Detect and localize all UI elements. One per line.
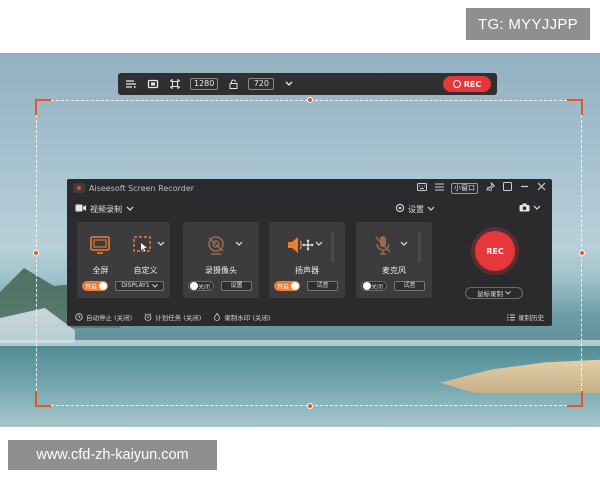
crop-icon[interactable] bbox=[168, 77, 182, 91]
display-toggle-label: 开启 bbox=[85, 283, 98, 291]
alarm-icon bbox=[144, 313, 152, 321]
microphone-level-meter bbox=[418, 232, 421, 262]
selection-corner-bottom-right[interactable] bbox=[567, 391, 583, 407]
chevron-down-icon bbox=[427, 205, 435, 214]
tg-watermark: TG: MYYJJPP bbox=[466, 8, 590, 40]
url-watermark: www.cfd-zh-kaiyun.com bbox=[8, 440, 217, 470]
snapshot-dropdown[interactable] bbox=[519, 203, 541, 215]
settings-dropdown[interactable]: 设置 bbox=[395, 203, 435, 215]
chevron-down-icon[interactable] bbox=[400, 240, 408, 249]
status-bar: 自动停止 (关闭) 计划任务 (关闭) 录制水印 (关闭) 录制历史 bbox=[67, 310, 552, 324]
selection-corner-bottom-left[interactable] bbox=[35, 391, 51, 407]
record-dot-icon bbox=[452, 80, 461, 88]
gear-icon bbox=[395, 203, 405, 215]
selection-handle-right[interactable] bbox=[579, 250, 585, 256]
chevron-down-icon[interactable] bbox=[315, 240, 323, 249]
auto-stop-label: 自动停止 (关闭) bbox=[86, 314, 133, 322]
title-bar[interactable]: Aiseesoft Screen Recorder 小窗口 bbox=[67, 179, 552, 197]
mode-selector[interactable]: 视频录制 bbox=[67, 201, 447, 217]
watermark-label: 录制水印 (关闭) bbox=[224, 314, 271, 322]
selection-toolbar: 1280 720 REC bbox=[118, 73, 497, 95]
speaker-level-meter bbox=[331, 232, 334, 262]
list-icon[interactable] bbox=[434, 182, 444, 194]
screen-region-icon[interactable] bbox=[146, 77, 160, 91]
rec-button[interactable]: REC bbox=[475, 231, 515, 271]
speaker-panel: 扬声器 开启 试音 bbox=[269, 222, 345, 298]
cursor-record-label: 鼠标录制 bbox=[477, 290, 503, 298]
webcam-label: 录摄像头 bbox=[205, 266, 237, 275]
microphone-toggle-label: 关闭 bbox=[370, 283, 383, 291]
schedule-label: 计划任务 (关闭) bbox=[155, 314, 202, 322]
recorder-window: Aiseesoft Screen Recorder 小窗口 视频录制 设置 全屏… bbox=[67, 179, 552, 326]
close-icon[interactable] bbox=[536, 182, 546, 194]
width-input[interactable]: 1280 bbox=[190, 78, 219, 90]
display-select-value: DISPLAY1 bbox=[121, 282, 150, 289]
history-label: 录制历史 bbox=[518, 314, 544, 322]
chevron-down-icon[interactable] bbox=[157, 240, 165, 249]
chevron-down-icon[interactable] bbox=[282, 77, 296, 91]
auto-stop-item[interactable]: 自动停止 (关闭) bbox=[75, 312, 132, 322]
height-input[interactable]: 720 bbox=[248, 78, 275, 90]
display-toggle[interactable]: 开启 bbox=[82, 281, 108, 291]
selection-corner-top-right[interactable] bbox=[567, 99, 583, 115]
microphone-test-button[interactable]: 试音 bbox=[394, 281, 425, 291]
webcam-icon[interactable] bbox=[205, 234, 227, 256]
settings-label: 设置 bbox=[408, 204, 424, 214]
display-select[interactable]: DISPLAY1 bbox=[115, 281, 164, 291]
microphone-icon[interactable] bbox=[372, 234, 394, 256]
screenshot-canvas: TG: MYYJJPP 1280 720 REC Aiseesoft Scree… bbox=[0, 0, 600, 480]
custom-region-icon[interactable] bbox=[132, 235, 154, 255]
mode-label: 视频录制 bbox=[90, 204, 122, 214]
chevron-down-icon bbox=[505, 291, 511, 295]
custom-region-label[interactable]: 自定义 bbox=[99, 265, 192, 276]
toolbar-rec-label: REC bbox=[463, 79, 482, 89]
history-item[interactable]: 录制历史 bbox=[507, 312, 544, 322]
toolbar-rec-button[interactable]: REC bbox=[443, 76, 491, 92]
watermark-item[interactable]: 录制水印 (关闭) bbox=[213, 312, 270, 322]
clock-icon bbox=[75, 313, 83, 321]
video-camera-icon bbox=[75, 204, 86, 214]
schedule-item[interactable]: 计划任务 (关闭) bbox=[144, 312, 201, 322]
display-panel: 全屏 自定义 开启 DISPLAY1 bbox=[77, 222, 170, 298]
webcam-panel: 录摄像头 关闭 设置 bbox=[183, 222, 259, 298]
menu-icon[interactable] bbox=[124, 77, 138, 91]
mini-window-button[interactable]: 小窗口 bbox=[451, 182, 478, 194]
webcam-toggle[interactable]: 关闭 bbox=[188, 281, 214, 291]
microphone-label: 麦克风 bbox=[382, 266, 406, 275]
chevron-down-icon[interactable] bbox=[235, 240, 243, 249]
cursor-record-dropdown[interactable]: 鼠标录制 bbox=[465, 287, 523, 299]
microphone-toggle[interactable]: 关闭 bbox=[361, 281, 387, 291]
minimize-icon[interactable] bbox=[519, 182, 529, 194]
selection-handle-top[interactable] bbox=[307, 97, 313, 103]
webcam-toggle-label: 关闭 bbox=[197, 283, 210, 291]
watermark-icon bbox=[214, 313, 221, 321]
lock-icon[interactable] bbox=[226, 77, 240, 91]
app-logo-icon bbox=[73, 183, 85, 193]
selection-corner-top-left[interactable] bbox=[35, 99, 51, 115]
microphone-panel: 麦克风 关闭 试音 bbox=[356, 222, 432, 298]
move-cursor-icon bbox=[302, 239, 314, 251]
speaker-toggle[interactable]: 开启 bbox=[274, 281, 300, 291]
speaker-label: 扬声器 bbox=[295, 266, 319, 275]
camera-icon bbox=[519, 203, 530, 215]
window-title: Aiseesoft Screen Recorder bbox=[89, 183, 195, 193]
chevron-down-icon bbox=[126, 205, 134, 214]
speaker-toggle-label: 开启 bbox=[277, 283, 290, 291]
keyboard-icon[interactable] bbox=[417, 182, 427, 194]
webcam-settings-button[interactable]: 设置 bbox=[221, 281, 252, 291]
restore-icon[interactable] bbox=[502, 182, 512, 194]
speaker-test-button[interactable]: 试音 bbox=[307, 281, 338, 291]
monitor-icon[interactable] bbox=[89, 235, 111, 255]
history-icon bbox=[507, 314, 515, 320]
pin-icon[interactable] bbox=[485, 182, 495, 194]
chevron-down-icon bbox=[533, 204, 541, 214]
chevron-down-icon bbox=[151, 284, 158, 288]
selection-handle-left[interactable] bbox=[33, 250, 39, 256]
selection-handle-bottom[interactable] bbox=[307, 403, 313, 409]
